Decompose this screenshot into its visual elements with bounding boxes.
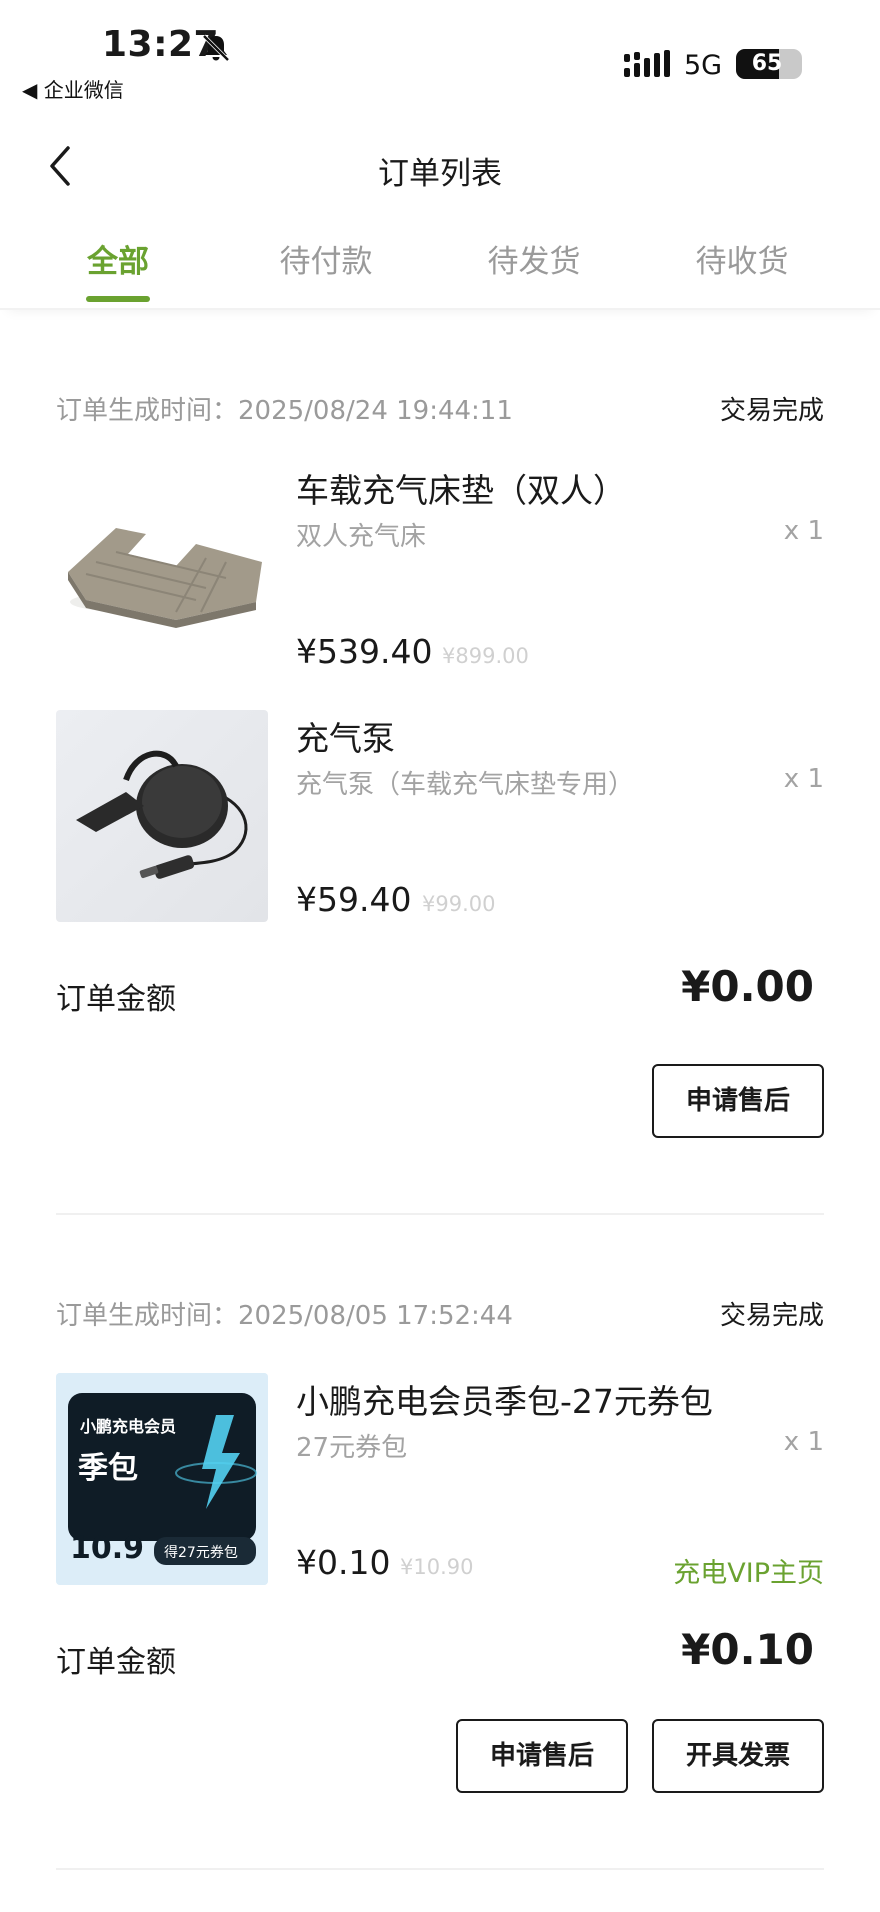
order-amount-row: 订单金额 ¥0.00 <box>56 962 824 1022</box>
order-amount-label: 订单金额 <box>56 982 176 1017</box>
order-amount-label: 订单金额 <box>56 1645 176 1680</box>
item-subtitle: 双人充气床 <box>296 522 427 552</box>
product-image-air-mattress <box>56 462 268 674</box>
order-time: 订单生成时间：2025/08/24 19:44:11 <box>56 396 513 426</box>
product-image-membership-pack: 小鹏充电会员 季包 10.9 得27元券包 <box>56 1373 268 1585</box>
item-original-price: ¥899.00 <box>442 644 529 668</box>
battery-level: 65 <box>751 51 783 76</box>
vip-homepage-link[interactable]: 充电VIP主页 <box>673 1551 824 1590</box>
item-price: ¥0.10 <box>296 1543 391 1582</box>
item-price: ¥59.40 <box>296 880 412 919</box>
after-sales-button[interactable]: 申请售后 <box>456 1719 628 1793</box>
product-image-air-pump <box>56 710 268 922</box>
order-header: 订单生成时间：2025/08/05 17:52:44 交易完成 <box>56 1295 824 1335</box>
item-title: 小鹏充电会员季包-27元券包 <box>296 1382 713 1421</box>
thumb-brand-text: 小鹏充电会员 <box>80 1417 177 1436</box>
order-card: 订单生成时间：2025/08/05 17:52:44 交易完成 小鹏充电会员 季… <box>56 1295 824 1895</box>
thumb-name-text: 季包 <box>78 1451 138 1486</box>
order-tabs: 全部 待付款 待发货 待收货 <box>0 230 880 310</box>
order-card: 订单生成时间：2025/08/24 19:44:11 交易完成 车载充气床垫（双… <box>56 390 824 1215</box>
order-amount-value: ¥0.10 <box>681 1625 814 1674</box>
thumb-tag-text: 得27元券包 <box>164 1545 238 1561</box>
order-status: 交易完成 <box>719 396 824 426</box>
item-original-price: ¥10.90 <box>400 1555 474 1579</box>
order-time: 订单生成时间：2025/08/05 17:52:44 <box>56 1301 513 1331</box>
item-title: 车载充气床垫（双人） <box>296 471 626 510</box>
page-title: 订单列表 <box>378 156 502 192</box>
active-tab-indicator <box>86 296 150 302</box>
status-bar: 13:27 ◀ 企业微信 5G 65 <box>0 0 880 110</box>
item-subtitle: 充气泵（车载充气床垫专用） <box>296 770 635 800</box>
order-status: 交易完成 <box>719 1301 824 1331</box>
item-original-price: ¥99.00 <box>422 892 496 916</box>
tab-pending-receipt[interactable]: 待收货 <box>657 236 827 281</box>
mute-bell-icon <box>202 34 230 62</box>
signal-icon <box>624 50 670 77</box>
item-quantity: x 1 <box>783 1427 824 1457</box>
item-price: ¥539.40 <box>296 632 433 671</box>
item-subtitle: 27元券包 <box>296 1433 408 1463</box>
order-amount-value: ¥0.00 <box>681 962 814 1011</box>
issue-invoice-button[interactable]: 开具发票 <box>652 1719 824 1793</box>
item-title: 充气泵 <box>296 719 395 758</box>
order-item[interactable]: 车载充气床垫（双人） 双人充气床 x 1 ¥539.40 ¥899.00 <box>56 462 824 674</box>
item-quantity: x 1 <box>783 764 824 794</box>
order-item[interactable]: 充气泵 充气泵（车载充气床垫专用） x 1 ¥59.40 ¥99.00 <box>56 710 824 922</box>
order-header: 订单生成时间：2025/08/24 19:44:11 交易完成 <box>56 390 824 430</box>
network-type: 5G <box>684 50 723 81</box>
tab-pending-shipment[interactable]: 待发货 <box>449 236 619 281</box>
battery-tip <box>796 58 801 70</box>
back-to-app-link[interactable]: ◀ 企业微信 <box>22 74 124 103</box>
tab-pending-payment[interactable]: 待付款 <box>241 236 411 281</box>
order-divider <box>56 1868 824 1870</box>
order-amount-row: 订单金额 ¥0.10 <box>56 1625 824 1685</box>
battery-icon: 65 <box>736 49 802 79</box>
thumb-price-text: 10.9 <box>70 1531 145 1566</box>
order-divider <box>56 1213 824 1215</box>
item-quantity: x 1 <box>783 516 824 546</box>
tab-all[interactable]: 全部 <box>33 236 203 281</box>
nav-bar: 订单列表 <box>0 130 880 210</box>
order-item[interactable]: 小鹏充电会员 季包 10.9 得27元券包 小鹏充电会员季包-27元券包 27元… <box>56 1373 824 1589</box>
after-sales-button[interactable]: 申请售后 <box>652 1064 824 1138</box>
